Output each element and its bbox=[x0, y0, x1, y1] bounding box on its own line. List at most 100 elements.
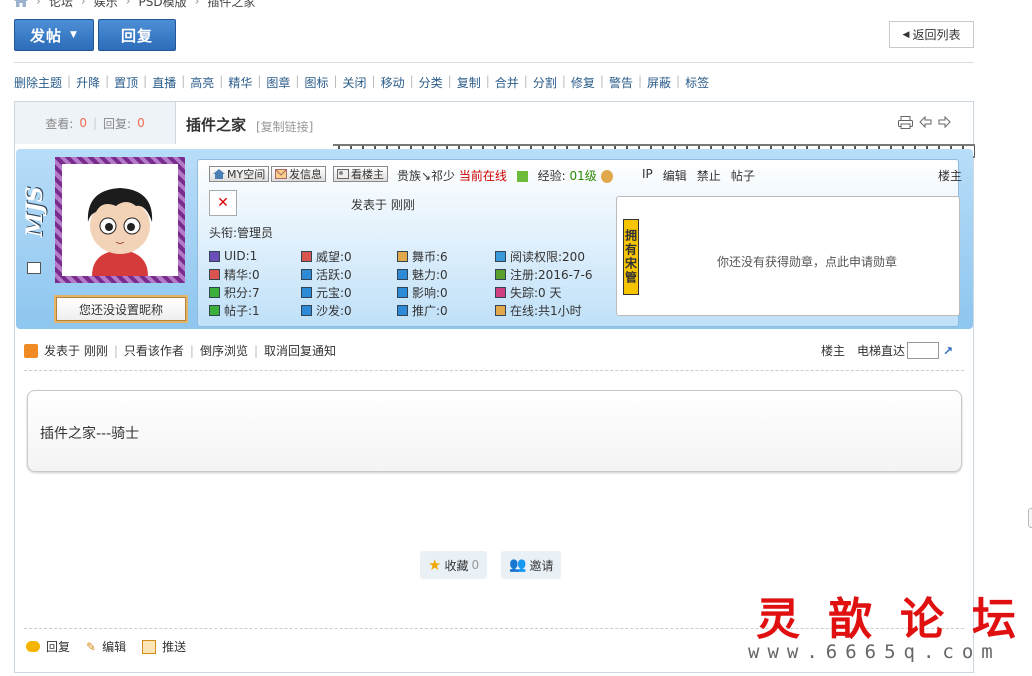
stat-icon bbox=[495, 304, 506, 316]
breadcrumb-separator: › bbox=[80, 0, 86, 8]
ip-link[interactable]: IP bbox=[642, 167, 653, 184]
back-to-list-button[interactable]: ◀ 返回列表 bbox=[889, 21, 974, 48]
separator: | bbox=[189, 343, 194, 358]
print-icon[interactable] bbox=[898, 116, 913, 129]
home-icon[interactable] bbox=[14, 0, 28, 7]
stat-icon bbox=[397, 304, 408, 316]
reply-button[interactable]: 回复 bbox=[98, 19, 176, 51]
stat-icon bbox=[301, 304, 312, 316]
replies-count: 0 bbox=[137, 116, 145, 130]
exp-value: 01级 bbox=[569, 169, 597, 183]
profile-card-icon[interactable] bbox=[27, 262, 41, 274]
mod-action-link[interactable]: 关闭 bbox=[343, 74, 367, 91]
mod-action-link[interactable]: 精华 bbox=[228, 74, 252, 91]
side-feedback-tab[interactable] bbox=[1028, 508, 1032, 528]
author-only-link[interactable]: 只看该作者 bbox=[124, 342, 184, 359]
stat-text: 阅读权限:200 bbox=[510, 249, 585, 264]
favorite-button[interactable]: ★ 收藏 0 bbox=[420, 551, 488, 579]
favorite-count: 0 bbox=[471, 558, 480, 572]
stat-text: 威望:0 bbox=[316, 249, 352, 264]
breadcrumb-item[interactable]: 论坛 bbox=[49, 0, 73, 10]
edit-action[interactable]: ✎ 编辑 bbox=[86, 638, 126, 655]
breadcrumb-item[interactable]: 插件之家 bbox=[207, 0, 255, 10]
mod-action-link[interactable]: 高亮 bbox=[190, 74, 214, 91]
mod-action-link[interactable]: 屏蔽 bbox=[647, 74, 671, 91]
post-actions: 回复 ✎ 编辑 推送 bbox=[26, 638, 186, 655]
mod-action-link[interactable]: 置顶 bbox=[114, 74, 138, 91]
divider bbox=[24, 370, 964, 371]
mod-action-link[interactable]: 合并 bbox=[495, 74, 519, 91]
stat-icon bbox=[209, 286, 220, 298]
mod-action-link[interactable]: 分类 bbox=[419, 74, 443, 91]
post-button[interactable]: 发帖 ▼ bbox=[14, 19, 94, 51]
thread-title-tools bbox=[898, 116, 951, 129]
author-stat: 推广:0 bbox=[397, 302, 495, 318]
avatar-frame bbox=[55, 157, 185, 283]
author-stat: 失踪:0 天 bbox=[495, 284, 615, 300]
push-icon bbox=[142, 639, 157, 654]
mod-action-link[interactable]: 删除主题 bbox=[14, 74, 62, 91]
send-message-label: 发信息 bbox=[289, 168, 322, 181]
author-stat: UID:1 bbox=[209, 248, 301, 264]
views-label: 查看: bbox=[45, 116, 74, 131]
my-space-button[interactable]: MY空间 bbox=[209, 166, 270, 182]
mod-action-link[interactable]: 警告 bbox=[609, 74, 633, 91]
mod-action-link[interactable]: 复制 bbox=[457, 74, 481, 91]
mod-action-link[interactable]: 修复 bbox=[571, 74, 595, 91]
go-icon[interactable]: ↗ bbox=[943, 344, 953, 358]
separator: | bbox=[219, 74, 224, 88]
previous-thread-icon[interactable] bbox=[919, 116, 932, 128]
edit-user-link[interactable]: 编辑 bbox=[663, 167, 687, 184]
mod-action-link[interactable]: 标签 bbox=[685, 74, 709, 91]
rank-title: 头衔:管理员 bbox=[209, 226, 274, 240]
cancel-notify-link[interactable]: 取消回复通知 bbox=[264, 342, 336, 359]
breadcrumb-item[interactable]: PSD模版 bbox=[138, 0, 186, 10]
copy-link[interactable]: [复制链接] bbox=[256, 118, 313, 135]
post-button-label: 发帖 bbox=[30, 26, 63, 45]
stat-text: 元宝:0 bbox=[316, 285, 352, 300]
mod-action-link[interactable]: 分割 bbox=[533, 74, 557, 91]
stat-text: 活跃:0 bbox=[316, 267, 352, 282]
mod-action-link[interactable]: 直播 bbox=[152, 74, 176, 91]
avatar[interactable] bbox=[62, 164, 178, 276]
push-action[interactable]: 推送 bbox=[142, 638, 186, 655]
stat-text: 帖子:1 bbox=[224, 303, 260, 318]
stat-icon bbox=[495, 268, 506, 280]
reply-action[interactable]: 回复 bbox=[26, 638, 70, 655]
stat-text: UID:1 bbox=[224, 249, 258, 263]
next-thread-icon[interactable] bbox=[938, 116, 951, 128]
reverse-order-link[interactable]: 倒序浏览 bbox=[200, 342, 248, 359]
medal-box: 拥有宋管 你还没有获得勋章，点此申请勋章 bbox=[616, 196, 960, 316]
separator: | bbox=[523, 74, 528, 88]
stat-text: 失踪:0 天 bbox=[510, 285, 562, 300]
separator: | bbox=[253, 343, 258, 358]
stat-text: 舞币:6 bbox=[412, 249, 448, 264]
set-nickname-button[interactable]: 您还没设置昵称 bbox=[56, 297, 186, 321]
mod-action-link[interactable]: 图标 bbox=[304, 74, 328, 91]
floor-jump-input[interactable] bbox=[907, 342, 940, 359]
ban-user-link[interactable]: 禁止 bbox=[697, 167, 721, 184]
stat-icon bbox=[209, 304, 220, 316]
stat-text: 影响:0 bbox=[412, 285, 448, 300]
invite-button[interactable]: 👥 邀请 bbox=[501, 551, 562, 579]
separator: | bbox=[447, 74, 452, 88]
stat-icon bbox=[301, 286, 312, 298]
mod-action-link[interactable]: 升降 bbox=[76, 74, 100, 91]
medal-icon bbox=[600, 170, 613, 183]
apply-medal-link[interactable]: 你还没有获得勋章，点此申请勋章 bbox=[717, 253, 897, 270]
view-author-button[interactable]: 看楼主 bbox=[333, 166, 388, 182]
send-message-button[interactable]: 发信息 bbox=[271, 166, 326, 182]
separator: | bbox=[143, 74, 148, 88]
separator: | bbox=[113, 343, 118, 358]
author-info-box: MY空间 发信息 看楼主 贵族↘祁少 当前在线 经验: 01级 IP 编辑 禁止… bbox=[197, 159, 962, 327]
pencil-icon: ✎ bbox=[86, 639, 97, 654]
replies-label: 回复: bbox=[103, 116, 132, 131]
stats-separator: | bbox=[92, 116, 98, 130]
breadcrumb-item[interactable]: 娱乐 bbox=[94, 0, 118, 10]
mod-action-link[interactable]: 图章 bbox=[266, 74, 290, 91]
stat-icon bbox=[495, 250, 506, 262]
stat-icon bbox=[301, 250, 312, 262]
user-posts-link[interactable]: 帖子 bbox=[731, 167, 755, 184]
thread-title: 插件之家 bbox=[186, 116, 247, 134]
mod-action-link[interactable]: 移动 bbox=[381, 74, 405, 91]
